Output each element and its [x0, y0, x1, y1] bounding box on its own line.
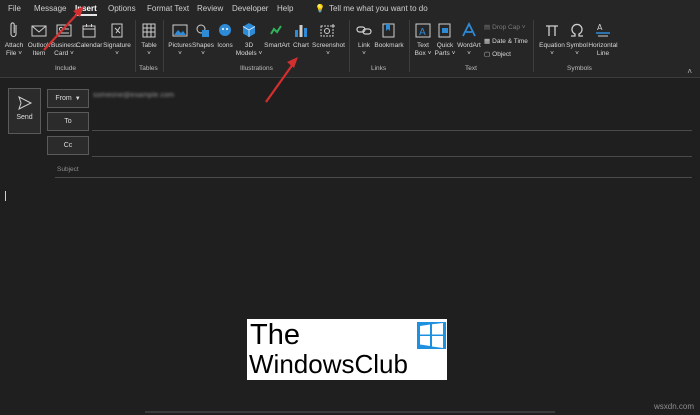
window-bottom-edge [145, 411, 555, 413]
arrow-to-insert-tab [43, 6, 84, 51]
arrow-to-chart-button [265, 57, 298, 103]
logo-line-1: The [250, 319, 300, 351]
windows-logo-icon [417, 322, 446, 349]
thewindowsclub-logo: The WindowsClub [247, 319, 447, 380]
watermark: wsxdn.com [653, 402, 694, 411]
logo-line-2: WindowsClub [249, 349, 408, 379]
